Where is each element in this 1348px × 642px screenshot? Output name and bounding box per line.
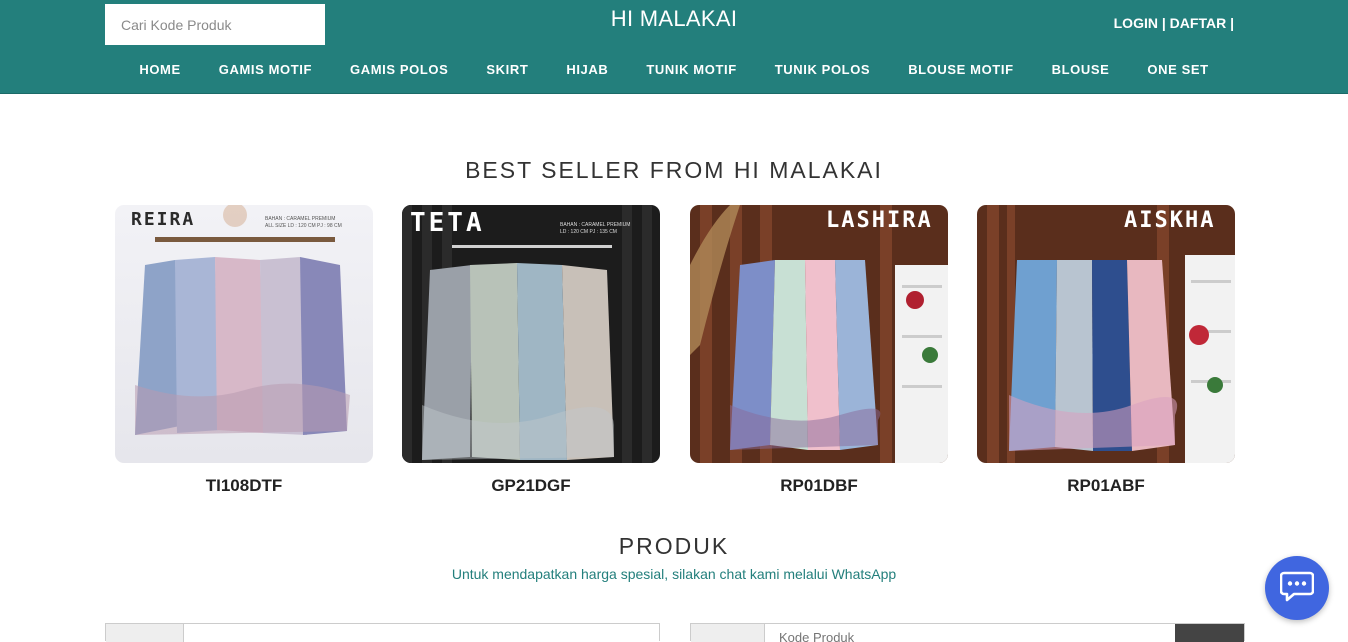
nav-tunik-polos[interactable]: TUNIK POLOS bbox=[756, 56, 889, 83]
brand-link[interactable]: HI MALAKAI bbox=[611, 6, 737, 31]
product-image[interactable]: REIRA BAHAN : CARAMEL PREMIUM ALL SIZE L… bbox=[115, 205, 373, 463]
image-label: REIRA bbox=[131, 209, 196, 230]
product-code[interactable]: GP21DGF bbox=[402, 476, 660, 496]
nav-gamis-polos[interactable]: GAMIS POLOS bbox=[331, 56, 467, 83]
product-card[interactable]: AISKHA RP01ABF bbox=[977, 205, 1235, 496]
nav-tunik-motif[interactable]: TUNIK MOTIF bbox=[627, 56, 755, 83]
product-card[interactable]: TETA BAHAN : CARAMEL PREMIUM LD : 120 CM… bbox=[402, 205, 660, 496]
nav-gamis-motif[interactable]: GAMIS MOTIF bbox=[200, 56, 331, 83]
search-button[interactable] bbox=[1175, 624, 1244, 642]
image-caption: BAHAN : CARAMEL PREMIUM bbox=[560, 222, 631, 228]
daftar-link[interactable]: DAFTAR bbox=[1170, 15, 1227, 31]
product-card[interactable]: REIRA BAHAN : CARAMEL PREMIUM ALL SIZE L… bbox=[115, 205, 373, 496]
product-card[interactable]: LASHIRA RP01DBF bbox=[690, 205, 948, 496]
filter-addon bbox=[106, 624, 184, 642]
image-label: LASHIRA bbox=[826, 208, 933, 233]
chat-bubble-icon bbox=[1279, 570, 1315, 607]
image-label: TETA bbox=[410, 208, 485, 238]
auth-links: LOGIN | DAFTAR | bbox=[1114, 15, 1234, 31]
image-label: AISKHA bbox=[1124, 208, 1216, 233]
product-image[interactable]: TETA BAHAN : CARAMEL PREMIUM LD : 120 CM… bbox=[402, 205, 660, 463]
chat-button[interactable] bbox=[1265, 556, 1329, 620]
nav-one-set[interactable]: ONE SET bbox=[1128, 56, 1227, 83]
nav-home[interactable]: HOME bbox=[120, 56, 199, 83]
image-caption-2: LD : 120 CM PJ : 135 CM bbox=[560, 229, 617, 235]
produk-subtitle: Untuk mendapatkan harga spesial, silakan… bbox=[451, 566, 897, 582]
nav-hijab[interactable]: HIJAB bbox=[547, 56, 627, 83]
image-caption-2: ALL SIZE LD : 120 CM PJ : 98 CM bbox=[265, 223, 342, 229]
product-image[interactable]: AISKHA bbox=[977, 205, 1235, 463]
image-caption: BAHAN : CARAMEL PREMIUM bbox=[265, 216, 336, 222]
nav-skirt[interactable]: SKIRT bbox=[467, 56, 547, 83]
nav-blouse[interactable]: BLOUSE bbox=[1033, 56, 1129, 83]
product-code-search-input[interactable] bbox=[105, 4, 325, 45]
product-image[interactable]: LASHIRA bbox=[690, 205, 948, 463]
main-nav: HOME GAMIS MOTIF GAMIS POLOS SKIRT HIJAB… bbox=[0, 56, 1348, 83]
search-addon bbox=[691, 624, 765, 642]
auth-separator: | bbox=[1157, 15, 1170, 31]
product-search-input[interactable] bbox=[765, 624, 1175, 642]
product-code[interactable]: TI108DTF bbox=[115, 476, 373, 496]
best-seller-title: BEST SELLER FROM HI MALAKAI bbox=[465, 157, 883, 183]
produk-title: PRODUK bbox=[618, 533, 730, 559]
site-header: HI MALAKAI LOGIN | DAFTAR | HOME GAMIS M… bbox=[0, 0, 1348, 94]
nav-blouse-motif[interactable]: BLOUSE MOTIF bbox=[889, 56, 1032, 83]
product-code[interactable]: RP01ABF bbox=[977, 476, 1235, 496]
product-search-group bbox=[690, 623, 1245, 642]
auth-separator-trailing: | bbox=[1226, 15, 1234, 31]
filter-input-group[interactable] bbox=[105, 623, 660, 642]
best-seller-grid: REIRA BAHAN : CARAMEL PREMIUM ALL SIZE L… bbox=[115, 205, 1235, 505]
product-code[interactable]: RP01DBF bbox=[690, 476, 948, 496]
login-link[interactable]: LOGIN bbox=[1114, 15, 1158, 31]
